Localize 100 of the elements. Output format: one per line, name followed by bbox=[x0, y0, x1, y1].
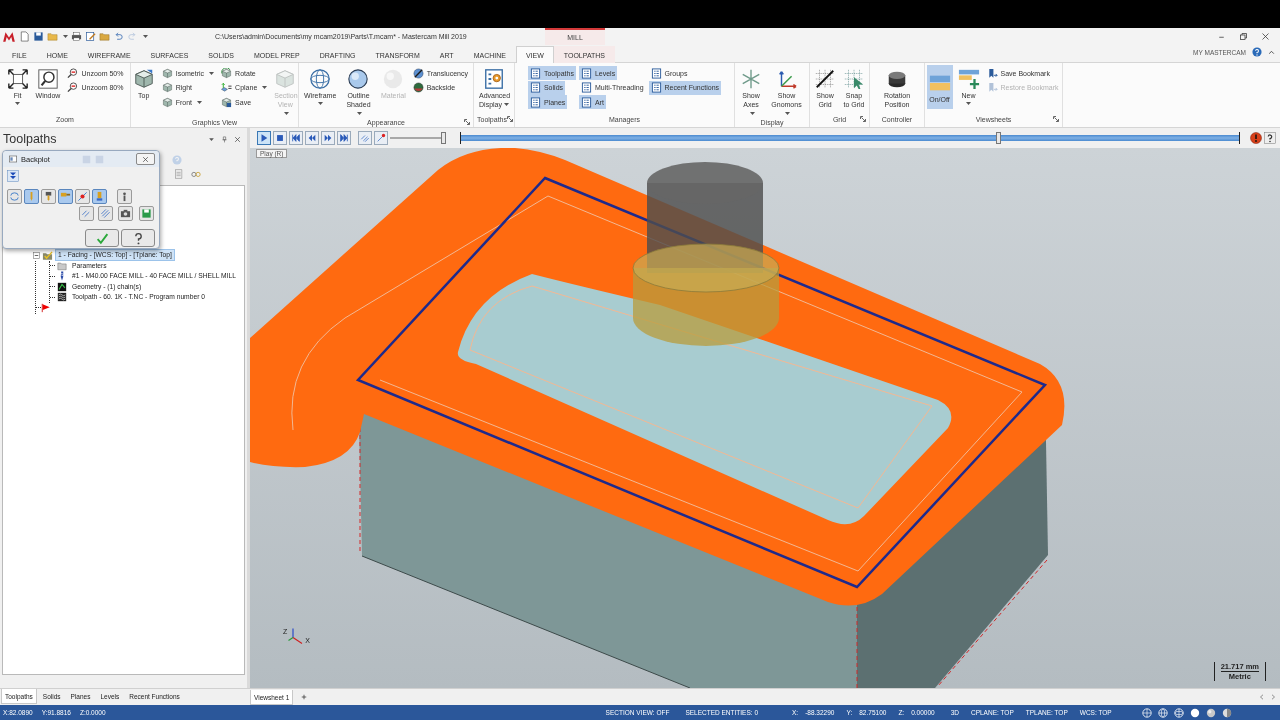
wireframe-globe-icon[interactable] bbox=[1141, 707, 1152, 718]
hatch-lines-icon bbox=[81, 208, 92, 219]
caret-icon[interactable] bbox=[208, 135, 215, 143]
dialog-launcher-icon[interactable] bbox=[1053, 116, 1059, 122]
playback-button[interactable] bbox=[321, 131, 335, 145]
playback-button[interactable] bbox=[257, 131, 271, 145]
help-icon[interactable] bbox=[1264, 132, 1276, 144]
cube-icon bbox=[132, 68, 155, 90]
dialog-launcher-icon[interactable] bbox=[506, 116, 513, 122]
cube-icon bbox=[161, 96, 173, 108]
sphere-icon bbox=[347, 68, 370, 90]
list-icon bbox=[580, 82, 592, 93]
hatch-lines-icon bbox=[360, 133, 370, 143]
wireframe-sphere-icon bbox=[309, 68, 331, 90]
dialog-launcher-icon[interactable] bbox=[464, 119, 470, 125]
wireframe-globe-icon[interactable] bbox=[1173, 707, 1184, 718]
square-icon bbox=[81, 154, 91, 164]
rotate-cube-icon bbox=[221, 67, 233, 79]
list-icon bbox=[580, 67, 592, 79]
playback-button[interactable] bbox=[273, 131, 287, 145]
square-icon bbox=[94, 154, 104, 164]
alert-icon[interactable] bbox=[1250, 132, 1262, 144]
help-button[interactable] bbox=[121, 229, 155, 247]
undo-icon[interactable] bbox=[113, 31, 124, 42]
list-icon bbox=[650, 67, 662, 79]
panel-title: Toolpaths bbox=[3, 132, 57, 146]
sphere-icon[interactable] bbox=[1189, 707, 1200, 718]
sphere-icon bbox=[412, 82, 424, 93]
stop-icon bbox=[275, 133, 285, 143]
playback-button[interactable] bbox=[305, 131, 319, 145]
plane-icon bbox=[221, 82, 233, 93]
slider-thumb[interactable] bbox=[995, 132, 1001, 144]
folder-icon[interactable] bbox=[99, 31, 110, 42]
cube-icon bbox=[274, 68, 297, 90]
fit-icon bbox=[6, 68, 29, 90]
ok-button[interactable] bbox=[85, 229, 119, 247]
option-button[interactable] bbox=[139, 206, 154, 221]
folder-icon bbox=[57, 260, 67, 271]
list-icon bbox=[580, 96, 592, 108]
translucent-sphere-icon bbox=[412, 67, 424, 79]
new-sheet-icon bbox=[957, 68, 980, 90]
sphere-icon[interactable] bbox=[1205, 707, 1216, 718]
dot-on-line-icon bbox=[77, 191, 88, 202]
caret-icon bbox=[143, 35, 148, 38]
check-icon bbox=[95, 231, 109, 245]
toggle-button[interactable] bbox=[7, 189, 22, 204]
bookmark-icon bbox=[986, 67, 998, 79]
dialog-launcher-icon[interactable] bbox=[860, 116, 866, 122]
printer-icon[interactable] bbox=[71, 31, 82, 42]
glasses-icon[interactable] bbox=[191, 169, 201, 179]
help-icon[interactable] bbox=[1252, 47, 1262, 57]
loop-arrows-icon bbox=[9, 191, 20, 202]
play-icon bbox=[259, 133, 269, 143]
toggle-button[interactable] bbox=[24, 189, 39, 204]
new-file-icon[interactable] bbox=[19, 31, 30, 42]
slider-thumb[interactable] bbox=[441, 132, 447, 144]
skip-end-icon bbox=[339, 133, 349, 143]
toggle-button[interactable] bbox=[58, 189, 73, 204]
geometry-icon bbox=[57, 281, 67, 292]
dot-on-line-icon bbox=[376, 133, 386, 143]
camera-icon bbox=[120, 208, 131, 219]
toggle-button[interactable] bbox=[92, 189, 107, 204]
save-icon[interactable] bbox=[33, 31, 44, 42]
tool-holder-icon bbox=[43, 191, 54, 202]
wireframe-globe-icon[interactable] bbox=[1157, 707, 1168, 718]
list-icon bbox=[529, 67, 541, 79]
axes-icon bbox=[740, 68, 762, 90]
toggle-button[interactable] bbox=[75, 189, 90, 204]
flag-icon[interactable] bbox=[41, 302, 51, 313]
sphere-icon[interactable] bbox=[1221, 707, 1232, 718]
step-forward-icon bbox=[323, 133, 333, 143]
save-icon bbox=[141, 208, 152, 219]
option-button[interactable] bbox=[118, 206, 133, 221]
grid-icon bbox=[814, 68, 836, 90]
caret-icon bbox=[63, 35, 68, 38]
close-icon[interactable] bbox=[234, 135, 241, 143]
close-button[interactable] bbox=[136, 153, 155, 165]
expand-icon[interactable] bbox=[7, 170, 19, 182]
zoom-window-icon bbox=[37, 68, 59, 90]
pin-icon[interactable] bbox=[221, 135, 228, 143]
list-icon bbox=[529, 96, 541, 108]
hatch-lines-icon bbox=[100, 208, 111, 219]
zoom-out-icon bbox=[67, 67, 79, 79]
toggle-button[interactable] bbox=[41, 189, 56, 204]
step-back-icon bbox=[307, 133, 317, 143]
close-icon[interactable] bbox=[1261, 32, 1270, 41]
restore-icon[interactable] bbox=[1239, 32, 1248, 41]
chevron-up-icon[interactable] bbox=[1268, 48, 1275, 56]
playback-button[interactable] bbox=[337, 131, 351, 145]
plus-icon[interactable] bbox=[301, 694, 308, 700]
snap-grid-icon bbox=[843, 68, 865, 90]
progress-track[interactable] bbox=[460, 132, 1240, 144]
skip-start-icon bbox=[291, 133, 301, 143]
zoom-out-icon bbox=[67, 82, 79, 93]
edit-icon[interactable] bbox=[85, 31, 96, 42]
toggle-button[interactable] bbox=[117, 189, 132, 204]
collapse-icon[interactable] bbox=[33, 251, 40, 259]
app-logo-icon[interactable] bbox=[2, 29, 16, 44]
playback-button[interactable] bbox=[289, 131, 303, 145]
playback-button[interactable] bbox=[374, 131, 388, 145]
